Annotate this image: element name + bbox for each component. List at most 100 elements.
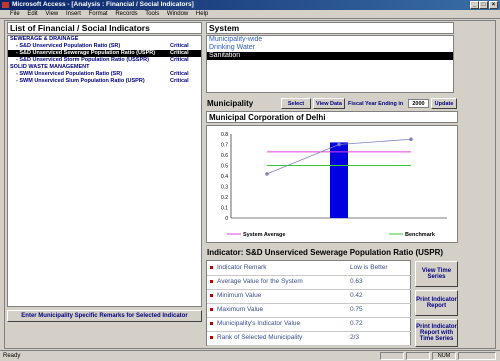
y-tick-label: 0.8 [221, 132, 228, 138]
menu-bar: File Edit View Insert Format Records Too… [0, 10, 500, 19]
fiscal-year-input[interactable]: 2000 [408, 99, 429, 108]
series-point [265, 172, 269, 176]
bullet-icon [210, 308, 213, 311]
detail-row: Indicator Remark Low is Better [207, 261, 412, 276]
indicator-item[interactable]: - SWM Unserviced Slum Population Ratio (… [8, 78, 201, 85]
indicator-flag: Critical [170, 71, 189, 77]
detail-label: Indicator Remark [217, 264, 267, 271]
menu-edit[interactable]: Edit [27, 11, 37, 17]
detail-label: Municipality's Indicator Value [217, 320, 301, 327]
menu-insert[interactable]: Insert [66, 11, 81, 17]
print-indicator-report-button[interactable]: Print Indicator Report [415, 290, 458, 316]
indicator-group-sewerage: SEWERAGE & DRAINAGE [10, 36, 79, 42]
system-title: System [206, 22, 454, 34]
indicator-flag: Critical [170, 43, 189, 49]
bar-municipality-value [330, 142, 348, 218]
bullet-icon [210, 294, 213, 297]
legend-label: System Average [243, 232, 285, 238]
view-data-button[interactable]: View Data [313, 98, 345, 109]
status-num: NUM [432, 352, 456, 360]
view-time-series-button[interactable]: View Time Series [415, 261, 458, 287]
detail-row: Municipality's Indicator Value 0.72 [207, 317, 412, 332]
minimize-button[interactable]: _ [470, 1, 479, 9]
window-title: Microsoft Access - [Analysis : Financial… [12, 1, 194, 8]
menu-format[interactable]: Format [89, 11, 108, 17]
print-report-time-series-button[interactable]: Print Indicator Report with Time Series [415, 319, 458, 347]
indicator-label: - S&D Unserviced Sewerage Population Rat… [16, 50, 156, 56]
detail-row: Average Value for the System 0.63 [207, 275, 412, 290]
indicator-label: - SWM Unserviced Slum Population Ratio (… [16, 78, 145, 84]
menu-view[interactable]: View [45, 11, 58, 17]
indicator-details-table: Indicator Remark Low is Better Average V… [206, 260, 412, 346]
detail-label: Minimum Value [217, 292, 262, 299]
enter-remarks-button[interactable]: Enter Municipality Specific Remarks for … [7, 310, 202, 322]
status-pane [406, 352, 430, 360]
indicator-flag: Critical [170, 78, 189, 84]
indicator-details-title: Indicator: S&D Unserviced Sewerage Popul… [207, 248, 444, 257]
y-tick-label: 0.7 [221, 143, 228, 149]
bullet-icon [210, 322, 213, 325]
system-item[interactable]: Drinking Water [207, 44, 453, 52]
access-app-icon [2, 2, 9, 8]
legend-label: Benchmark [405, 232, 436, 238]
indicators-list[interactable]: SEWERAGE & DRAINAGE - S&D Unserviced Pop… [7, 35, 202, 307]
y-tick-label: 0.6 [221, 153, 228, 159]
detail-value: 0.42 [350, 292, 363, 299]
detail-row: Maximum Value 0.75 [207, 303, 412, 318]
municipality-name: Municipal Corporation of Delhi [206, 111, 458, 123]
menu-window[interactable]: Window [167, 11, 188, 17]
system-list[interactable]: Municipality-wide Drinking Water Sanitat… [206, 35, 454, 93]
indicator-flag: Critical [170, 57, 189, 63]
indicator-chart: 0.8 0.7 0.6 0.5 0.4 0.3 0.2 0.1 0 System Average B… [221, 132, 447, 238]
maximize-button[interactable]: □ [479, 1, 488, 9]
status-text: Ready [3, 353, 21, 359]
menu-tools[interactable]: Tools [145, 11, 159, 17]
detail-value: 0.72 [350, 320, 363, 327]
y-tick-label: 0 [225, 216, 228, 222]
status-pane [380, 352, 404, 360]
indicator-label: - SWM Unserviced Population Ratio (SR) [16, 71, 123, 77]
fiscal-year-label: Fiscal Year Ending in [348, 101, 404, 107]
detail-value: 0.63 [350, 278, 363, 285]
detail-label: Maximum Value [217, 306, 264, 313]
bullet-icon [210, 280, 213, 283]
close-button[interactable]: × [489, 1, 498, 9]
y-tick-label: 0.3 [221, 185, 228, 191]
series-point [337, 142, 341, 147]
indicator-label: - S&D Unserviced Storm Population Ratio … [16, 57, 149, 63]
indicator-label: - S&D Unserviced Population Ratio (SR) [16, 43, 121, 49]
y-tick-label: 0.1 [221, 206, 228, 212]
status-pane [458, 352, 496, 360]
indicator-item[interactable]: - S&D Unserviced Storm Population Ratio … [8, 57, 201, 64]
detail-value: 0.75 [350, 306, 363, 313]
bullet-icon [210, 336, 213, 339]
chart-panel: 0.8 0.7 0.6 0.5 0.4 0.3 0.2 0.1 0 System Average B… [206, 125, 458, 243]
detail-label: Average Value for the System [217, 278, 303, 285]
system-item[interactable]: Municipality-wide [207, 36, 453, 44]
indicator-item[interactable]: - S&D Unserviced Population Ratio (SR) C… [8, 43, 201, 50]
indicators-title: List of Financial / Social Indicators [7, 22, 202, 34]
detail-row: Rank of Selected Municipality 2/3 [207, 331, 412, 346]
detail-label: Rank of Selected Municipality [217, 334, 303, 341]
update-button[interactable]: Update [431, 98, 457, 109]
detail-value: 2/3 [350, 334, 360, 341]
bullet-icon [210, 266, 213, 269]
system-item-selected[interactable]: Sanitation [207, 52, 453, 60]
y-tick-label: 0.2 [221, 195, 228, 201]
status-bar: Ready NUM [0, 350, 500, 360]
series-point [409, 137, 413, 142]
y-tick-label: 0.4 [221, 174, 228, 180]
municipality-label: Municipality Name: [207, 99, 254, 119]
analysis-form: List of Financial / Social Indicators SE… [4, 20, 496, 349]
menu-help[interactable]: Help [196, 11, 208, 17]
indicator-item-selected[interactable]: - S&D Unserviced Sewerage Population Rat… [8, 50, 201, 57]
detail-row: Minimum Value 0.42 [207, 289, 412, 304]
indicator-flag: Critical [170, 50, 189, 56]
y-tick-label: 0.5 [221, 164, 228, 170]
menu-records[interactable]: Records [115, 11, 137, 17]
menu-file[interactable]: File [10, 11, 20, 17]
indicator-group-swm: SOLID WASTE MANAGEMENT [10, 64, 90, 70]
select-button[interactable]: Select [281, 98, 311, 109]
window-title-bar: Microsoft Access - [Analysis : Financial… [0, 0, 500, 10]
indicator-item[interactable]: - SWM Unserviced Population Ratio (SR) C… [8, 71, 201, 78]
